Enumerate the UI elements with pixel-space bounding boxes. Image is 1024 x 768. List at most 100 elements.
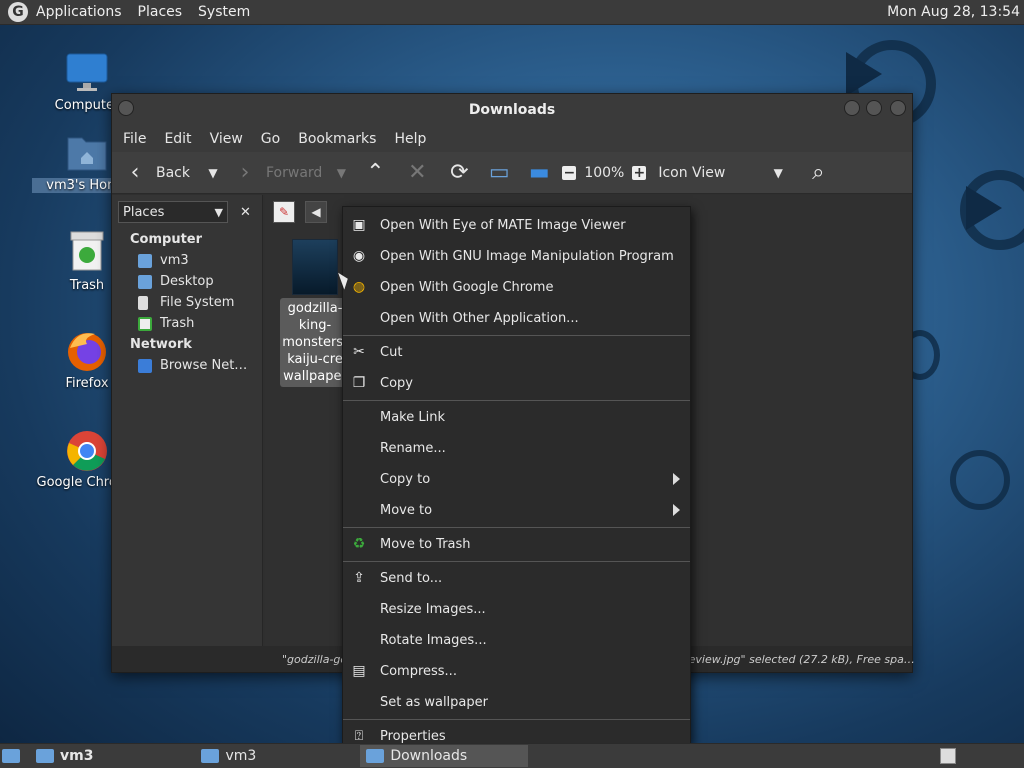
search-icon[interactable]: ⌕ [805, 160, 831, 185]
file-name-line: wallpaper [283, 369, 347, 384]
context-menu-label: Move to Trash [380, 537, 471, 552]
file-name: godzilla- king- monsters- kaiju-cre wall… [280, 298, 350, 387]
sidebar-item-label: File System [160, 295, 235, 310]
context-menu-item[interactable]: Make Link [343, 402, 690, 433]
context-menu-label: Copy [380, 376, 413, 391]
chrome-icon [65, 427, 109, 471]
chevron-down-icon: ▼ [214, 205, 223, 219]
folder-icon [36, 749, 54, 763]
menu-file[interactable]: File [114, 131, 155, 147]
menu-view[interactable]: View [201, 131, 252, 147]
context-menu-item[interactable]: ▣ Open With Eye of MATE Image Viewer [343, 210, 690, 241]
view-mode-dropdown-icon[interactable]: ▼ [765, 166, 791, 180]
back-history-dropdown-icon[interactable]: ▼ [200, 166, 226, 180]
gimp-icon: ◉ [352, 248, 366, 264]
home-folder-icon[interactable]: ▭ [486, 160, 512, 185]
context-menu-item[interactable]: ◉ Open With GNU Image Manipulation Progra… [343, 241, 690, 272]
properties-icon: ⍰ [354, 728, 364, 744]
context-menu-item[interactable]: ♻ Move to Trash [343, 529, 690, 560]
forward-button[interactable]: › Forward [232, 160, 323, 185]
context-menu-item[interactable]: Copy to [343, 464, 690, 495]
stop-icon[interactable]: ✕ [404, 160, 430, 185]
trash-icon [138, 316, 152, 331]
file-item[interactable]: godzilla- king- monsters- kaiju-cre wall… [280, 239, 350, 387]
context-menu-item[interactable]: Set as wallpaper [343, 687, 690, 718]
file-name-line: monsters- [282, 335, 348, 350]
workspace-switcher[interactable] [940, 748, 956, 764]
context-menu-item[interactable]: Move to [343, 495, 690, 526]
taskbar-label: Downloads [390, 748, 468, 764]
close-button[interactable] [890, 100, 906, 116]
context-menu-label: Rotate Images... [380, 633, 487, 648]
taskbar-item-downloads[interactable]: Downloads [360, 745, 529, 767]
applications-menu[interactable]: Applications [28, 4, 130, 20]
show-desktop-button[interactable] [0, 745, 22, 767]
chrome-icon: ◍ [352, 279, 366, 295]
sidebar-item-trash[interactable]: Trash [112, 313, 262, 334]
image-thumbnail [292, 239, 338, 295]
context-menu-label: Move to [380, 503, 433, 518]
places-menu[interactable]: Places [130, 4, 191, 20]
places-select[interactable]: Places ▼ [118, 201, 228, 223]
wallpaper-ring [950, 450, 1010, 510]
places-sidebar: Places ▼ ✕ Computer vm3 Desktop File Sys… [112, 195, 263, 647]
taskbar-label: vm3 [225, 748, 257, 764]
minimize-button[interactable] [844, 100, 860, 116]
bottom-panel: vm3 vm3 Downloads [0, 743, 1024, 768]
edit-location-icon[interactable]: ✎ [273, 201, 295, 223]
desktop-folder-icon [138, 274, 152, 289]
menu-separator [343, 335, 690, 336]
maximize-button[interactable] [866, 100, 882, 116]
sidebar-item-file-system[interactable]: File System [112, 292, 262, 313]
sidebar-item-desktop[interactable]: Desktop [112, 271, 262, 292]
computer-icon[interactable]: ▬ [526, 160, 552, 185]
drive-icon [138, 295, 148, 310]
monitor-icon [65, 50, 109, 94]
menu-go[interactable]: Go [252, 131, 289, 147]
context-menu-label: Open With Google Chrome [380, 280, 554, 295]
forward-history-dropdown-icon[interactable]: ▼ [328, 166, 354, 180]
system-menu[interactable]: System [190, 4, 258, 20]
context-menu-item[interactable]: ✂ Cut [343, 337, 690, 368]
context-menu-item[interactable]: Rename... [343, 433, 690, 464]
menu-help[interactable]: Help [385, 131, 435, 147]
sidebar-item-browse-network[interactable]: Browse Net… [112, 355, 262, 376]
gnome-foot-icon[interactable]: G [8, 2, 28, 22]
file-name-line: king- [298, 318, 332, 333]
zoom-level[interactable]: 100% [584, 165, 624, 181]
context-menu-item[interactable]: ▤ Compress... [343, 656, 690, 687]
taskbar-item-vm3-window[interactable]: vm3 [195, 745, 262, 767]
context-menu-item[interactable]: Rotate Images... [343, 625, 690, 656]
sidebar-section-computer: Computer [130, 232, 203, 247]
trash-icon [65, 230, 109, 274]
window-titlebar[interactable]: Downloads [112, 94, 912, 125]
context-menu-item[interactable]: ◍ Open With Google Chrome [343, 272, 690, 303]
context-menu-item[interactable]: ⇪ Send to... [343, 563, 690, 594]
context-menu-item[interactable]: Resize Images... [343, 594, 690, 625]
menu-separator [343, 400, 690, 401]
places-header: Places ▼ ✕ [112, 195, 262, 229]
sidebar-section-network: Network [130, 337, 192, 352]
view-mode-select[interactable]: Icon View [658, 165, 725, 181]
window-menu-button[interactable] [118, 100, 134, 116]
close-sidebar-icon[interactable]: ✕ [240, 205, 251, 220]
context-menu-label: Resize Images... [380, 602, 486, 617]
context-menu-item[interactable]: Open With Other Application... [343, 303, 690, 334]
sidebar-item-vm3[interactable]: vm3 [112, 250, 262, 271]
menu-bookmarks[interactable]: Bookmarks [289, 131, 385, 147]
zoom-out-icon[interactable]: − [562, 165, 577, 181]
taskbar-label: vm3 [60, 748, 94, 764]
wallpaper-play [966, 186, 1002, 230]
back-button[interactable]: ‹ Back [122, 160, 190, 185]
zoom-in-icon[interactable]: + [632, 165, 647, 181]
path-left-arrow-icon[interactable]: ◀ [305, 201, 327, 223]
panel-clock[interactable]: Mon Aug 28, 13:54 [887, 4, 1020, 20]
archive-icon: ▤ [352, 663, 366, 679]
trash-icon: ♻ [352, 536, 366, 552]
taskbar-item-vm3[interactable]: vm3 [30, 745, 99, 767]
folder-icon [201, 749, 220, 763]
context-menu-item[interactable]: ❐ Copy [343, 368, 690, 399]
menu-edit[interactable]: Edit [155, 131, 200, 147]
reload-icon[interactable]: ⟳ [446, 160, 472, 185]
up-arrow-icon[interactable]: ⌃ [362, 160, 388, 185]
